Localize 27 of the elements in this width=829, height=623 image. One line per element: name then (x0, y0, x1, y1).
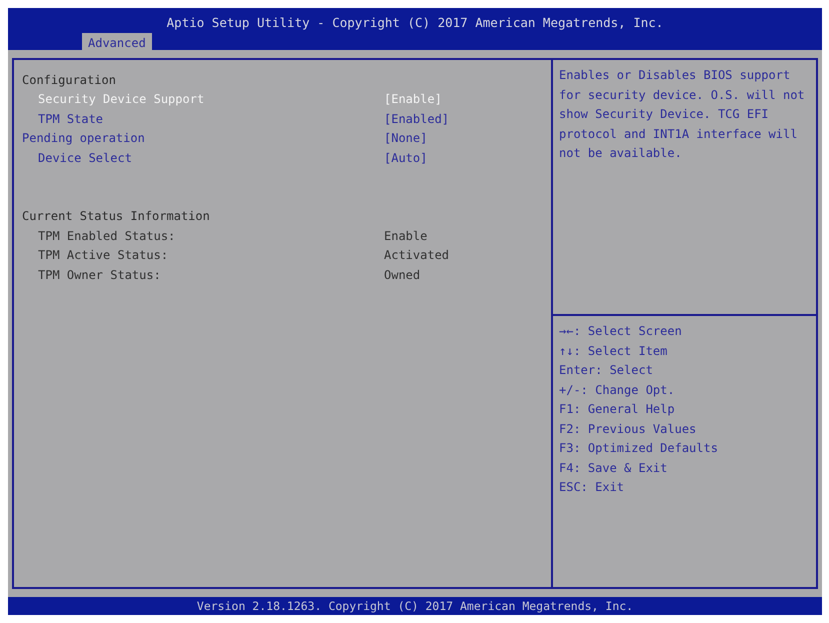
help-text: Enables or Disables BIOS support for security device. O.S. will not show Security Device. TCG EFI protocol and INT1A interface will not be available. (559, 67, 806, 162)
key-help-line: F1: General Help (559, 401, 676, 418)
window-title: Aptio Setup Utility - Copyright (C) 2017 American Megatrends, Inc. (166, 14, 664, 32)
version-footer: Version 2.18.1263. Copyright (C) 2017 American Megatrends, Inc. (8, 597, 822, 615)
key-help-line: ↑↓: Select Item (559, 342, 668, 360)
menu-tab[interactable]: Advanced (82, 32, 152, 53)
setting-value[interactable]: [Enabled] (384, 110, 450, 128)
setting-value[interactable]: [None] (384, 129, 428, 148)
setting-label[interactable]: Device Select (22, 150, 132, 165)
status-label: TPM Active Status: (37, 248, 168, 262)
status-label: TPM Owner Status: (37, 268, 161, 282)
section-heading: Current Status Information (22, 209, 210, 224)
setting-label[interactable]: Pending operation (22, 131, 145, 146)
key-help-line: F4: Save & Exit (559, 460, 668, 476)
status-label: TPM Enabled Status: (37, 228, 176, 243)
key-help-line: F2: Previous Values (559, 420, 698, 438)
key-help-line: +/-: Change Opt. (559, 382, 676, 399)
status-value: Activated (384, 247, 450, 264)
key-help-line: ESC: Exit (559, 479, 626, 496)
status-value: Owned (384, 266, 420, 284)
key-help-line: F3: Optimized Defaults (559, 440, 719, 457)
key-help-line: →←: Select Screen (559, 323, 683, 340)
status-value: Enable (384, 228, 428, 245)
setting-label[interactable]: TPM State (22, 112, 104, 126)
key-help-line: Enter: Select (559, 362, 654, 379)
section-heading: Configuration (22, 72, 116, 87)
setting-value[interactable]: [Auto] (384, 148, 428, 167)
